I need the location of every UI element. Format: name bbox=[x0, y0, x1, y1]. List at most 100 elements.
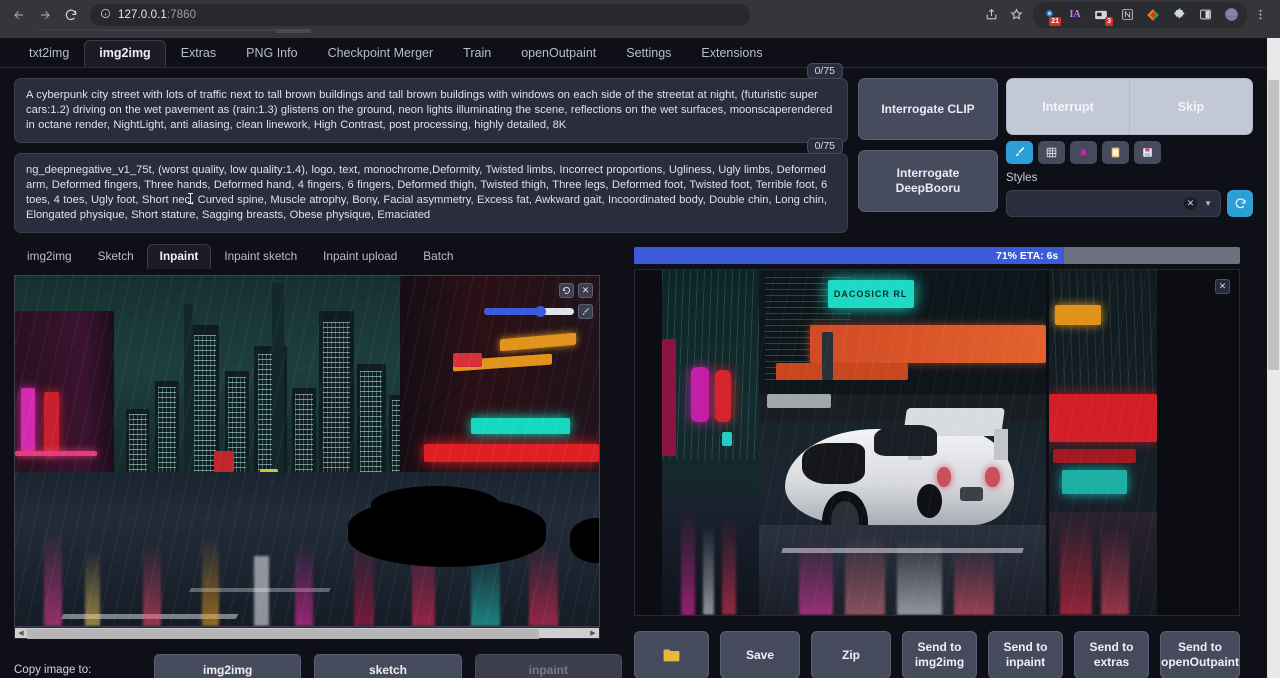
prompt-input[interactable]: 0/75 A cyberpunk city street with lots o… bbox=[14, 78, 848, 143]
copy-to-inpaint-button[interactable]: inpaint bbox=[475, 654, 622, 678]
color-picker-extension[interactable] bbox=[1141, 3, 1165, 27]
send-to-openoutpaint-button[interactable]: Send to openOutpaint bbox=[1160, 631, 1240, 678]
scroll-left-arrow[interactable]: ◀ bbox=[15, 629, 27, 637]
extensions-puzzle-icon[interactable] bbox=[1167, 3, 1191, 27]
copy-image-row: Copy image to: img2img sketch inpaint bbox=[14, 653, 622, 678]
copy-to-sketch-button[interactable]: sketch bbox=[314, 654, 461, 678]
negative-prompt-input[interactable]: 0/75 ng_deepnegative_v1_75t, (worst qual… bbox=[14, 153, 848, 233]
brush-icon[interactable] bbox=[578, 304, 593, 319]
page-scrollbar[interactable] bbox=[1267, 38, 1280, 678]
copy-to-img2img-button[interactable]: img2img bbox=[154, 654, 301, 678]
ublock-origin-extension[interactable]: 21 bbox=[1037, 3, 1061, 27]
subtab-inpaint[interactable]: Inpaint bbox=[147, 244, 212, 269]
styles-label: Styles bbox=[1006, 172, 1253, 184]
interrupt-button[interactable]: Interrupt bbox=[1006, 78, 1129, 135]
generated-image: DACOSICR RL bbox=[635, 270, 1239, 615]
extension-badge: 21 bbox=[1049, 17, 1061, 26]
canvas-tool-buttons: ✕ bbox=[559, 283, 593, 298]
notion-web-clipper-extension[interactable] bbox=[1115, 3, 1139, 27]
subtab-inpaint-upload[interactable]: Inpaint upload bbox=[310, 244, 410, 269]
profile-avatar[interactable] bbox=[1219, 3, 1243, 27]
prompt-tool-icons bbox=[1006, 141, 1253, 164]
skip-button[interactable]: Skip bbox=[1129, 78, 1253, 135]
recycle-icon[interactable] bbox=[1070, 141, 1097, 164]
refresh-icon[interactable] bbox=[1227, 190, 1253, 217]
send-to-img2img-button[interactable]: Send to img2img bbox=[902, 631, 977, 678]
negative-prompt-token-counter: 0/75 bbox=[807, 138, 843, 154]
scrollbar-thumb[interactable] bbox=[1268, 80, 1279, 370]
webui-content: txt2img img2img Extras PNG Info Checkpoi… bbox=[0, 38, 1267, 678]
interrupt-skip-row: Interrupt Skip bbox=[1006, 78, 1253, 135]
internet-archive-extension[interactable]: IA bbox=[1063, 3, 1087, 27]
tab-checkpoint-merger[interactable]: Checkpoint Merger bbox=[313, 40, 449, 67]
browser-toolbar: 127.0.0.1:7860 21 IA 3 bbox=[0, 0, 1280, 29]
subtab-inpaint-sketch[interactable]: Inpaint sketch bbox=[211, 244, 310, 269]
generation-controls: Interrogate CLIP Interrogate DeepBooru I… bbox=[858, 78, 1253, 233]
interrogate-clip-button[interactable]: Interrogate CLIP bbox=[858, 78, 998, 140]
clear-icon[interactable]: ✕ bbox=[1184, 197, 1197, 210]
brush-size-control bbox=[484, 304, 593, 319]
prompt-column: 0/75 A cyberpunk city street with lots o… bbox=[14, 78, 848, 233]
extensions-group: 21 IA 3 bbox=[1033, 2, 1247, 28]
paintbrush-icon[interactable] bbox=[1006, 141, 1033, 164]
send-to-inpaint-button[interactable]: Send to inpaint bbox=[988, 631, 1063, 678]
scroll-right-arrow[interactable]: ▶ bbox=[587, 629, 599, 637]
tab-img2img[interactable]: img2img bbox=[84, 40, 165, 67]
styles-dropdown[interactable]: ✕ ▼ bbox=[1006, 190, 1221, 217]
tab-extensions[interactable]: Extensions bbox=[686, 40, 777, 67]
undo-icon[interactable] bbox=[559, 283, 574, 298]
tab-extras[interactable]: Extras bbox=[166, 40, 231, 67]
close-icon[interactable]: ✕ bbox=[578, 283, 593, 298]
share-icon[interactable] bbox=[979, 3, 1003, 27]
reader-mode-extension[interactable] bbox=[1193, 3, 1217, 27]
scrollbar-thumb[interactable] bbox=[27, 629, 539, 639]
tab-openoutpaint[interactable]: openOutpaint bbox=[506, 40, 611, 67]
url-text: 127.0.0.1:7860 bbox=[118, 9, 196, 21]
page-viewport: txt2img img2img Extras PNG Info Checkpoi… bbox=[0, 38, 1280, 678]
prompt-zone: 0/75 A cyberpunk city street with lots o… bbox=[0, 68, 1267, 233]
reload-icon[interactable] bbox=[58, 2, 84, 28]
browser-right-icons: 21 IA 3 bbox=[979, 2, 1274, 28]
back-arrow-icon[interactable] bbox=[6, 2, 32, 28]
result-gallery[interactable]: DACOSICR RL bbox=[634, 269, 1240, 616]
kebab-menu-icon[interactable] bbox=[1248, 3, 1272, 27]
zip-button[interactable]: Zip bbox=[811, 631, 891, 678]
img2img-sub-tab-bar: img2img Sketch Inpaint Inpaint sketch In… bbox=[14, 243, 622, 269]
tab-settings[interactable]: Settings bbox=[611, 40, 686, 67]
negative-prompt-text: ng_deepnegative_v1_75t, (worst quality, … bbox=[26, 163, 836, 223]
generate-column: Interrupt Skip bbox=[1006, 78, 1253, 233]
text-cursor bbox=[190, 193, 191, 204]
interrogate-deepbooru-button[interactable]: Interrogate DeepBooru bbox=[858, 150, 998, 212]
inpaint-canvas[interactable]: ✕ bbox=[14, 275, 600, 627]
chevron-down-icon[interactable]: ▼ bbox=[1204, 199, 1212, 208]
dice-icon[interactable] bbox=[1038, 141, 1065, 164]
result-pane: 71% ETA: 6s bbox=[634, 243, 1253, 678]
subtab-img2img[interactable]: img2img bbox=[14, 244, 85, 269]
save-button[interactable]: Save bbox=[720, 631, 800, 678]
tab-png-info[interactable]: PNG Info bbox=[231, 40, 312, 67]
send-to-extras-button[interactable]: Send to extras bbox=[1074, 631, 1149, 678]
workspace-split: img2img Sketch Inpaint Inpaint sketch In… bbox=[0, 233, 1267, 678]
save-style-icon[interactable] bbox=[1134, 141, 1161, 164]
address-bar[interactable]: 127.0.0.1:7860 bbox=[90, 4, 750, 26]
brush-size-slider[interactable] bbox=[484, 308, 574, 315]
prompt-text: A cyberpunk city street with lots of tra… bbox=[26, 88, 836, 133]
inpaint-mask bbox=[371, 486, 499, 532]
styles-row: ✕ ▼ bbox=[1006, 190, 1253, 217]
forward-arrow-icon[interactable] bbox=[32, 2, 58, 28]
subtab-sketch[interactable]: Sketch bbox=[85, 244, 147, 269]
source-image-pane: img2img Sketch Inpaint Inpaint sketch In… bbox=[14, 243, 622, 678]
source-image bbox=[15, 276, 599, 626]
extension-badge: 3 bbox=[1105, 17, 1113, 26]
open-folder-button[interactable] bbox=[634, 631, 709, 678]
canvas-horizontal-scrollbar[interactable]: ◀ ▶ bbox=[14, 627, 600, 639]
close-icon[interactable]: ✕ bbox=[1215, 279, 1230, 294]
subtab-batch[interactable]: Batch bbox=[410, 244, 466, 269]
star-icon[interactable] bbox=[1004, 3, 1028, 27]
clipboard-icon[interactable] bbox=[1102, 141, 1129, 164]
progress-label: 71% ETA: 6s bbox=[996, 250, 1064, 262]
tab-txt2img[interactable]: txt2img bbox=[14, 40, 84, 67]
site-info-icon[interactable] bbox=[100, 8, 111, 22]
video-downloader-extension[interactable]: 3 bbox=[1089, 3, 1113, 27]
tab-train[interactable]: Train bbox=[448, 40, 506, 67]
